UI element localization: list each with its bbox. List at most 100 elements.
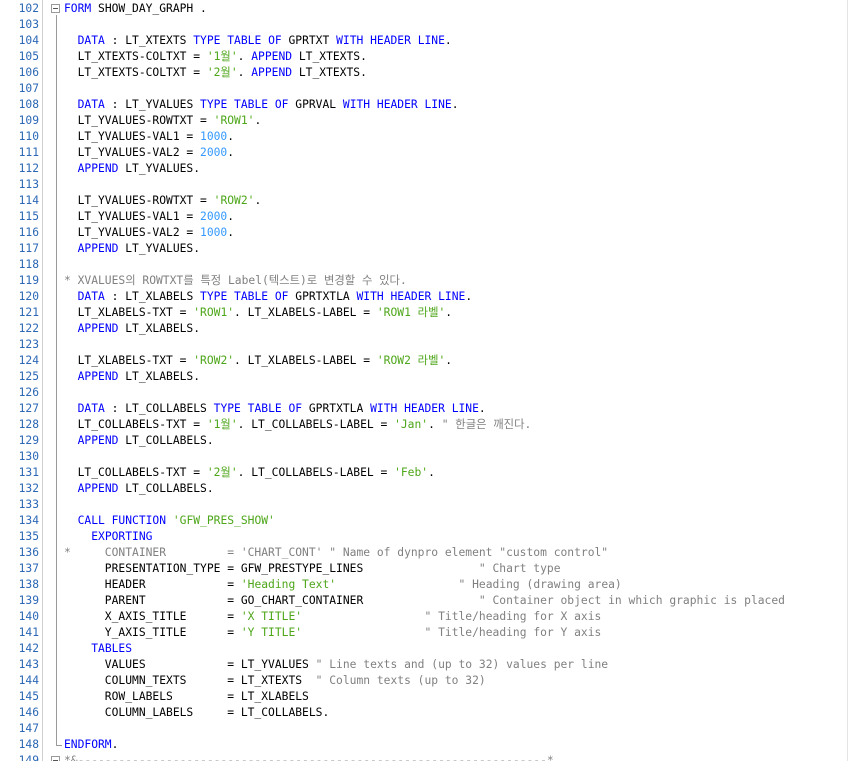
code-editor[interactable]: 102 FORM SHOW_DAY_GRAPH . 103 104 DATA : LT… xyxy=(0,0,848,761)
token-pln: X_AXIS_TITLE = xyxy=(64,610,241,623)
token-pln: . xyxy=(237,50,252,63)
code-line[interactable]: 104 DATA : LT_XTEXTS TYPE TABLE OF GPRTX… xyxy=(0,33,848,49)
token-pln xyxy=(64,370,78,383)
code-text: DATA : LT_XLABELS TYPE TABLE OF GPRTXTLA… xyxy=(64,289,473,305)
code-line[interactable]: 146 COLUMN_LABELS = LT_COLLABELS. xyxy=(0,705,848,721)
code-line[interactable]: 143 VALUES = LT_YVALUES " Line texts and… xyxy=(0,657,848,673)
line-number: 122 xyxy=(18,322,39,335)
token-pln xyxy=(64,514,78,527)
code-line[interactable]: 141 Y_AXIS_TITLE = 'Y TITLE' " Title/hea… xyxy=(0,625,848,641)
code-line[interactable]: 124 LT_XLABELS-TXT = 'ROW2'. LT_XLABELS-… xyxy=(0,353,848,369)
code-line[interactable]: 148 ENDFORM. xyxy=(0,15,848,753)
code-line[interactable]: 132 APPEND LT_COLLABELS. xyxy=(0,481,848,497)
token-cmt: " Title/heading for Y axis xyxy=(424,626,602,639)
line-number: 127 xyxy=(18,402,39,415)
code-line[interactable]: 131 LT_COLLABELS-TXT = '2월'. LT_COLLABEL… xyxy=(0,465,848,481)
token-num: 2000 xyxy=(200,210,228,223)
code-line[interactable]: 103 xyxy=(0,17,848,33)
code-line[interactable]: 126 xyxy=(0,385,848,401)
token-pln: . xyxy=(451,98,459,111)
token-kw: WITH HEADER LINE xyxy=(356,290,466,303)
code-line[interactable]: 112 APPEND LT_YVALUES. xyxy=(0,161,848,177)
code-text: FORM SHOW_DAY_GRAPH . xyxy=(64,1,207,17)
code-line[interactable]: 121 LT_XLABELS-TXT = 'ROW1'. LT_XLABELS-… xyxy=(0,305,848,321)
code-line[interactable]: 136 * CONTAINER = 'CHART_CONT' " Name of … xyxy=(0,545,848,561)
code-line[interactable]: 105 LT_XTEXTS-COLTXT = '1월'. APPEND LT_X… xyxy=(0,49,848,65)
code-line[interactable]: 142 TABLES xyxy=(0,641,848,657)
token-pln: COLUMN_TEXTS = LT_XTEXTS xyxy=(64,674,316,687)
code-line[interactable]: 135 EXPORTING xyxy=(0,529,848,545)
code-line[interactable]: 114 LT_YVALUES-ROWTXT = 'ROW2'. xyxy=(0,193,848,209)
code-line[interactable]: 133 xyxy=(0,497,848,513)
code-line[interactable]: 108 DATA : LT_YVALUES TYPE TABLE OF GPRV… xyxy=(0,97,848,113)
code-line[interactable]: 116 LT_YVALUES-VAL2 = 1000. xyxy=(0,225,848,241)
token-pln xyxy=(166,514,173,527)
code-line[interactable]: 139 PARENT = GO_CHART_CONTAINER " Contai… xyxy=(0,593,848,609)
code-line[interactable]: 113 xyxy=(0,177,848,193)
code-text: ENDFORM. xyxy=(64,737,118,753)
code-text: LT_YVALUES-ROWTXT = 'ROW2'. xyxy=(64,193,262,209)
token-pln: LT_XLABELS. xyxy=(118,322,201,335)
code-line[interactable]: 145 ROW_LABELS = LT_XLABELS xyxy=(0,689,848,705)
token-pln: LT_XLABELS-TXT = xyxy=(64,354,194,367)
code-line[interactable]: 122 APPEND LT_XLABELS. xyxy=(0,321,848,337)
line-number: 114 xyxy=(18,194,39,207)
fold-toggle-icon[interactable] xyxy=(51,756,60,761)
line-number: 113 xyxy=(18,178,39,191)
token-pln xyxy=(64,642,91,655)
token-pln: LT_XLABELS. xyxy=(118,370,201,383)
code-line[interactable]: 144 COLUMN_TEXTS = LT_XTEXTS " Column te… xyxy=(0,673,848,689)
code-line[interactable]: 138 HEADER = 'Heading Text' " Heading (d… xyxy=(0,577,848,593)
line-number: 108 xyxy=(18,98,39,111)
line-number: 107 xyxy=(18,82,39,95)
token-pln: LT_XTEXTS-COLTXT = xyxy=(64,66,207,79)
line-number: 126 xyxy=(18,386,39,399)
code-line[interactable]: 129 APPEND LT_COLLABELS. xyxy=(0,433,848,449)
code-line[interactable]: 123 xyxy=(0,337,848,353)
code-text: *&--------------------------------------… xyxy=(64,753,554,761)
token-pln: LT_YVALUES-VAL2 = xyxy=(64,146,201,159)
code-text: ROW_LABELS = LT_XLABELS xyxy=(64,689,309,705)
code-line[interactable]: 134 CALL FUNCTION 'GFW_PRES_SHOW' xyxy=(0,513,848,529)
code-text: APPEND LT_YVALUES. xyxy=(64,161,200,177)
token-pln: : LT_COLLABELS xyxy=(104,402,214,415)
token-cmt: *&--------------------------------------… xyxy=(64,754,554,761)
code-line[interactable]: 111 LT_YVALUES-VAL2 = 2000. xyxy=(0,145,848,161)
token-pln: . xyxy=(237,66,252,79)
code-line[interactable]: 140 X_AXIS_TITLE = 'X TITLE' " Title/hea… xyxy=(0,609,848,625)
code-line[interactable]: 110 LT_YVALUES-VAL1 = 1000. xyxy=(0,129,848,145)
token-pln xyxy=(64,242,78,255)
token-cmt: " Heading (drawing area) xyxy=(458,578,622,591)
code-line[interactable]: 106 LT_XTEXTS-COLTXT = '2월'. APPEND LT_X… xyxy=(0,65,848,81)
code-text: X_AXIS_TITLE = 'X TITLE' " Title/heading… xyxy=(64,609,602,625)
code-line[interactable]: 128 LT_COLLABELS-TXT = '1월'. LT_COLLABEL… xyxy=(0,417,848,433)
token-kw: APPEND xyxy=(77,434,119,447)
line-number: 121 xyxy=(18,306,39,319)
code-line[interactable]: 119 * XVALUES의 ROWTXT를 특정 Label(텍스트)로 변경할… xyxy=(0,273,848,289)
token-kw: APPEND xyxy=(77,162,119,175)
code-text: DATA : LT_COLLABELS TYPE TABLE OF GPRTXT… xyxy=(64,401,486,417)
code-line[interactable]: 109 LT_YVALUES-ROWTXT = 'ROW1'. xyxy=(0,113,848,129)
code-text: LT_COLLABELS-TXT = '1월'. LT_COLLABELS-LA… xyxy=(64,417,532,433)
token-cmt: " Chart type xyxy=(478,562,561,575)
code-line[interactable]: 149 *&-----------------------------------… xyxy=(0,753,848,761)
fold-toggle-icon[interactable] xyxy=(51,4,60,13)
code-line[interactable]: 130 xyxy=(0,449,848,465)
code-line[interactable]: 115 LT_YVALUES-VAL1 = 2000. xyxy=(0,209,848,225)
token-pln: LT_YVALUES-VAL2 = xyxy=(64,226,201,239)
code-line[interactable]: 127 DATA : LT_COLLABELS TYPE TABLE OF GP… xyxy=(0,401,848,417)
token-pln: PRESENTATION_TYPE = GFW_PRESTYPE_LINES xyxy=(64,562,479,575)
code-line[interactable]: 120 DATA : LT_XLABELS TYPE TABLE OF GPRT… xyxy=(0,289,848,305)
code-line[interactable]: 125 APPEND LT_XLABELS. xyxy=(0,369,848,385)
line-number: 134 xyxy=(18,514,39,527)
code-line[interactable]: 118 xyxy=(0,257,848,273)
code-line[interactable]: 107 xyxy=(0,81,848,97)
token-str: 'ROW1' xyxy=(213,114,255,127)
token-str: 'Jan' xyxy=(394,418,429,431)
code-text: DATA : LT_YVALUES TYPE TABLE OF GPRVAL W… xyxy=(64,97,459,113)
code-line[interactable]: 147 xyxy=(0,721,848,737)
code-line[interactable]: 117 APPEND LT_YVALUES. xyxy=(0,241,848,257)
code-line[interactable]: 102 FORM SHOW_DAY_GRAPH . xyxy=(0,1,848,17)
code-line[interactable]: 137 PRESENTATION_TYPE = GFW_PRESTYPE_LIN… xyxy=(0,561,848,577)
token-str: 'X TITLE' xyxy=(240,610,303,623)
